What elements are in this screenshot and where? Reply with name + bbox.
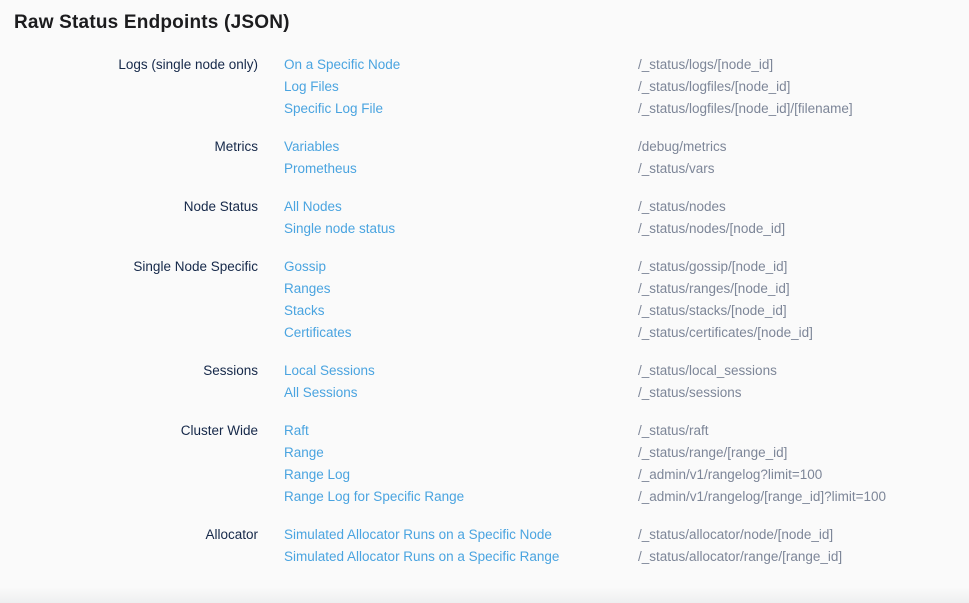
- link-certificates[interactable]: Certificates: [284, 322, 638, 344]
- page-bottom-fade: [0, 587, 969, 603]
- link-ranges[interactable]: Ranges: [284, 278, 638, 300]
- link-local-sessions[interactable]: Local Sessions: [284, 360, 638, 382]
- link-variables[interactable]: Variables: [284, 136, 638, 158]
- link-simulated-allocator-runs-node[interactable]: Simulated Allocator Runs on a Specific N…: [284, 524, 638, 546]
- endpoint-path: /debug/metrics: [638, 136, 955, 158]
- section-paths: /debug/metrics /_status/vars: [638, 136, 955, 180]
- endpoint-path: /_status/gossip/[node_id]: [638, 256, 955, 278]
- link-stacks[interactable]: Stacks: [284, 300, 638, 322]
- link-prometheus[interactable]: Prometheus: [284, 158, 638, 180]
- endpoint-path: /_status/allocator/range/[range_id]: [638, 546, 955, 568]
- link-simulated-allocator-runs-range[interactable]: Simulated Allocator Runs on a Specific R…: [284, 546, 638, 568]
- endpoint-path: /_status/nodes/[node_id]: [638, 218, 955, 240]
- endpoint-path: /_status/sessions: [638, 382, 955, 404]
- section-category: Node Status: [14, 196, 258, 240]
- endpoint-sections: Logs (single node only) On a Specific No…: [14, 54, 955, 568]
- link-log-files[interactable]: Log Files: [284, 76, 638, 98]
- endpoint-path: /_status/stacks/[node_id]: [638, 300, 955, 322]
- section-paths: /_status/local_sessions /_status/session…: [638, 360, 955, 404]
- link-range[interactable]: Range: [284, 442, 638, 464]
- endpoint-path: /_status/logfiles/[node_id]/[filename]: [638, 98, 955, 120]
- endpoint-path: /_status/range/[range_id]: [638, 442, 955, 464]
- link-on-a-specific-node[interactable]: On a Specific Node: [284, 54, 638, 76]
- section-category: Sessions: [14, 360, 258, 404]
- endpoint-path: /_status/logs/[node_id]: [638, 54, 955, 76]
- section-links: Raft Range Range Log Range Log for Speci…: [258, 420, 638, 508]
- section-links: Local Sessions All Sessions: [258, 360, 638, 404]
- section-category: Single Node Specific: [14, 256, 258, 344]
- link-all-sessions[interactable]: All Sessions: [284, 382, 638, 404]
- section-category: Logs (single node only): [14, 54, 258, 120]
- endpoint-path: /_status/local_sessions: [638, 360, 955, 382]
- section-sessions: Sessions Local Sessions All Sessions /_s…: [14, 360, 955, 404]
- link-range-log-for-specific-range[interactable]: Range Log for Specific Range: [284, 486, 638, 508]
- section-links: Simulated Allocator Runs on a Specific N…: [258, 524, 638, 568]
- section-logs: Logs (single node only) On a Specific No…: [14, 54, 955, 120]
- endpoint-path: /_admin/v1/rangelog?limit=100: [638, 464, 955, 486]
- section-category: Metrics: [14, 136, 258, 180]
- section-paths: /_status/allocator/node/[node_id] /_stat…: [638, 524, 955, 568]
- endpoint-path: /_status/logfiles/[node_id]: [638, 76, 955, 98]
- link-single-node-status[interactable]: Single node status: [284, 218, 638, 240]
- section-links: Variables Prometheus: [258, 136, 638, 180]
- section-category: Cluster Wide: [14, 420, 258, 508]
- section-links: On a Specific Node Log Files Specific Lo…: [258, 54, 638, 120]
- endpoint-path: /_admin/v1/rangelog/[range_id]?limit=100: [638, 486, 955, 508]
- link-raft[interactable]: Raft: [284, 420, 638, 442]
- section-paths: /_status/logs/[node_id] /_status/logfile…: [638, 54, 955, 120]
- section-category: Allocator: [14, 524, 258, 568]
- section-single-node-specific: Single Node Specific Gossip Ranges Stack…: [14, 256, 955, 344]
- endpoint-path: /_status/vars: [638, 158, 955, 180]
- section-node-status: Node Status All Nodes Single node status…: [14, 196, 955, 240]
- endpoint-path: /_status/nodes: [638, 196, 955, 218]
- section-allocator: Allocator Simulated Allocator Runs on a …: [14, 524, 955, 568]
- debug-endpoints-page: Raw Status Endpoints (JSON) Logs (single…: [0, 0, 969, 568]
- link-range-log[interactable]: Range Log: [284, 464, 638, 486]
- endpoint-path: /_status/certificates/[node_id]: [638, 322, 955, 344]
- link-all-nodes[interactable]: All Nodes: [284, 196, 638, 218]
- endpoint-path: /_status/raft: [638, 420, 955, 442]
- section-paths: /_status/raft /_status/range/[range_id] …: [638, 420, 955, 508]
- section-paths: /_status/gossip/[node_id] /_status/range…: [638, 256, 955, 344]
- link-specific-log-file[interactable]: Specific Log File: [284, 98, 638, 120]
- page-title: Raw Status Endpoints (JSON): [14, 12, 955, 34]
- section-metrics: Metrics Variables Prometheus /debug/metr…: [14, 136, 955, 180]
- endpoint-path: /_status/allocator/node/[node_id]: [638, 524, 955, 546]
- section-paths: /_status/nodes /_status/nodes/[node_id]: [638, 196, 955, 240]
- section-links: Gossip Ranges Stacks Certificates: [258, 256, 638, 344]
- section-cluster-wide: Cluster Wide Raft Range Range Log Range …: [14, 420, 955, 508]
- section-links: All Nodes Single node status: [258, 196, 638, 240]
- endpoint-path: /_status/ranges/[node_id]: [638, 278, 955, 300]
- link-gossip[interactable]: Gossip: [284, 256, 638, 278]
